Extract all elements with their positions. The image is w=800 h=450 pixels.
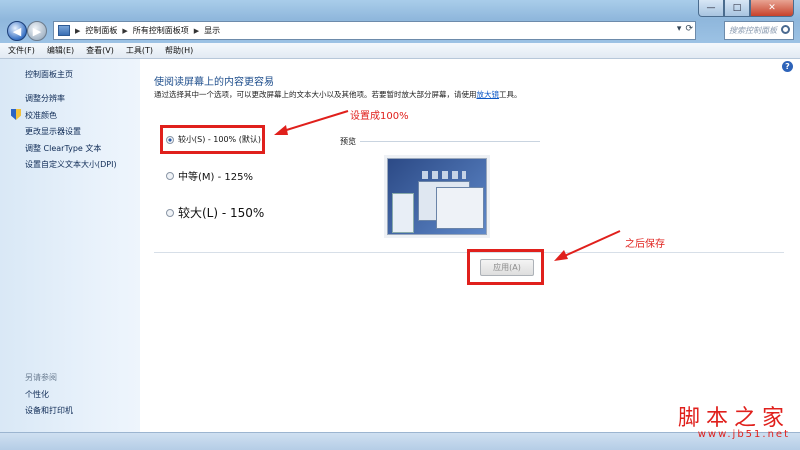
help-icon[interactable]: ? xyxy=(782,61,793,72)
radio-medium[interactable] xyxy=(166,171,174,180)
option-medium[interactable]: 中等(M) - 125% xyxy=(166,168,253,183)
breadcrumb-control-panel[interactable]: 控制面板 xyxy=(85,25,117,36)
annotation-save-after: 之后保存 xyxy=(625,239,665,250)
menu-view[interactable]: 查看(V) xyxy=(86,45,114,56)
chevron-right-icon: ▶ xyxy=(75,26,81,35)
sidebar-item-resolution[interactable]: 调整分辨率 xyxy=(25,93,65,104)
maximize-button[interactable]: □ xyxy=(724,0,750,17)
menu-file[interactable]: 文件(F) xyxy=(8,45,35,56)
option-large-label: 较大(L) - 150% xyxy=(178,206,265,220)
address-bar[interactable]: ▶ 控制面板 ▶ 所有控制面板项 ▶ 显示 ▾ ⟳ xyxy=(53,21,696,40)
arrow-left-icon: ◀ xyxy=(12,24,22,38)
description-text: 通过选择其中一个选项，可以更改屏幕上的文本大小以及其他项。若要暂时放大部分屏幕，… xyxy=(154,90,477,99)
minimize-button[interactable]: — xyxy=(698,0,724,17)
magnifier-link[interactable]: 放大镜 xyxy=(477,90,500,99)
refresh-icon[interactable]: ⟳ xyxy=(685,24,693,34)
back-button[interactable]: ◀ xyxy=(7,21,27,41)
preview-divider xyxy=(360,141,540,142)
description-tail: 工具。 xyxy=(499,90,522,99)
status-bar xyxy=(0,432,800,450)
search-icon[interactable] xyxy=(781,25,790,34)
option-large[interactable]: 较大(L) - 150% xyxy=(166,204,264,221)
page-title: 使阅读屏幕上的内容更容易 xyxy=(154,77,274,88)
menu-edit[interactable]: 编辑(E) xyxy=(47,45,74,56)
apply-button[interactable]: 应用(A) xyxy=(480,259,534,276)
chevron-right-icon: ▶ xyxy=(193,26,200,35)
control-panel-icon xyxy=(58,25,70,36)
forward-button[interactable]: ▶ xyxy=(27,21,47,41)
sidebar-item-custom-dpi[interactable]: 设置自定义文本大小(DPI) xyxy=(25,159,117,170)
shield-icon xyxy=(11,109,21,120)
sidebar-home-link[interactable]: 控制面板主页 xyxy=(25,69,73,80)
annotation-box-small xyxy=(160,125,265,154)
title-bar: — □ ✕ ◀ ▶ ▶ 控制面板 ▶ 所有控制面板项 ▶ 显示 ▾ ⟳ 搜索控制… xyxy=(0,0,800,43)
see-also-heading: 另请参阅 xyxy=(25,373,57,382)
sidebar-item-display-settings[interactable]: 更改显示器设置 xyxy=(25,126,81,137)
watermark-logo: 脚本之家 xyxy=(677,406,790,431)
page-description: 通过选择其中一个选项，可以更改屏幕上的文本大小以及其他项。若要暂时放大部分屏幕，… xyxy=(154,89,534,100)
arrow-right-icon: ▶ xyxy=(32,24,42,38)
search-input[interactable]: 搜索控制面板 xyxy=(724,21,794,40)
close-button[interactable]: ✕ xyxy=(750,0,794,17)
sidebar: 控制面板主页 调整分辨率 校准颜色 更改显示器设置 调整 ClearType 文… xyxy=(0,59,140,432)
breadcrumb-all-items[interactable]: 所有控制面板项 xyxy=(133,25,189,36)
preview-icons xyxy=(422,171,466,179)
menu-help[interactable]: 帮助(H) xyxy=(165,45,193,56)
watermark-url: www.jb51.net xyxy=(697,429,790,440)
radio-large[interactable] xyxy=(166,208,174,217)
breadcrumb-display[interactable]: 显示 xyxy=(204,25,220,36)
annotation-arrow-2 xyxy=(554,230,621,261)
menu-tools[interactable]: 工具(T) xyxy=(126,45,153,56)
preview-image xyxy=(387,158,487,235)
menu-bar: 文件(F) 编辑(E) 查看(V) 工具(T) 帮助(H) xyxy=(0,43,800,59)
dropdown-arrow-icon[interactable]: ▾ xyxy=(677,24,682,34)
preview-label: 预览 xyxy=(340,137,356,146)
option-medium-label: 中等(M) - 125% xyxy=(178,172,253,183)
preview-panel xyxy=(392,193,414,233)
sidebar-item-calibrate[interactable]: 校准颜色 xyxy=(25,110,57,121)
sidebar-item-personalize[interactable]: 个性化 xyxy=(25,389,49,400)
sidebar-item-cleartype[interactable]: 调整 ClearType 文本 xyxy=(25,143,101,154)
annotation-set-100: 设置成100% xyxy=(350,111,409,122)
search-placeholder: 搜索控制面板 xyxy=(729,26,777,35)
preview-window-front xyxy=(436,187,484,229)
window-controls: — □ ✕ xyxy=(698,0,794,17)
chevron-right-icon: ▶ xyxy=(122,26,128,35)
sidebar-item-devices-printers[interactable]: 设备和打印机 xyxy=(25,405,73,416)
annotation-arrow-1 xyxy=(274,110,349,135)
